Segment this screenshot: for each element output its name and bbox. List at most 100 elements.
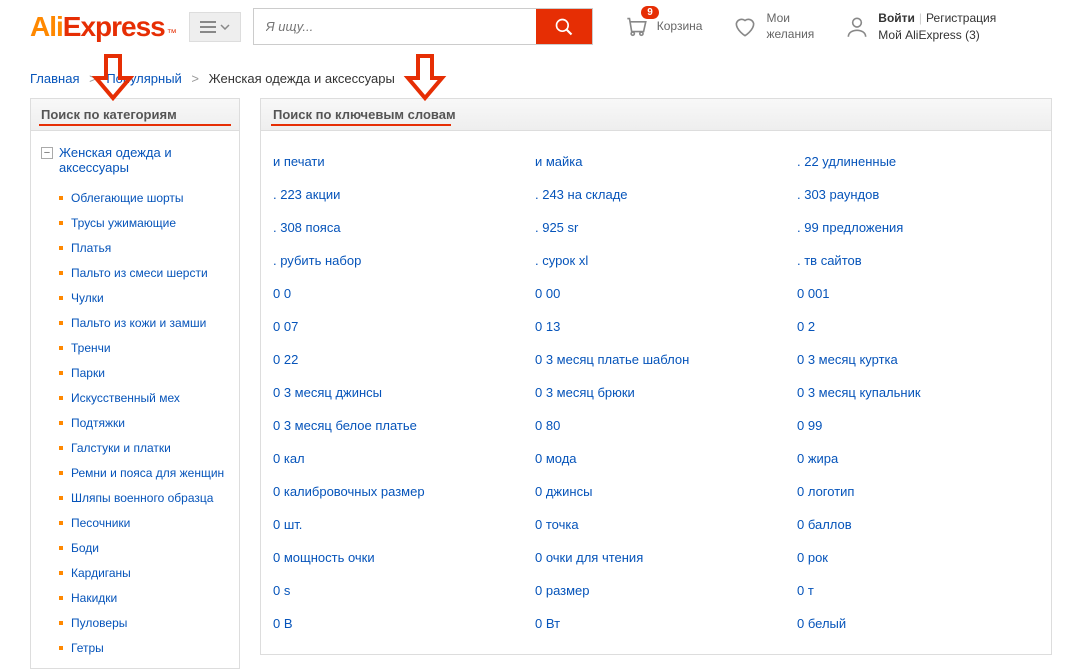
sidebar-body: − Женская одежда и аксессуары Облегающие…	[30, 131, 240, 669]
cart-label: Корзина	[657, 19, 703, 35]
keyword-link[interactable]: 0 мощность очки	[273, 541, 515, 574]
keyword-link[interactable]: 0 логотип	[797, 475, 1039, 508]
keyword-link[interactable]: 0 размер	[535, 574, 777, 607]
keyword-link[interactable]: и печати	[273, 145, 515, 178]
keyword-link[interactable]: 0 07	[273, 310, 515, 343]
category-link[interactable]: Боди	[71, 541, 99, 555]
keyword-link[interactable]: . 22 удлиненные	[797, 145, 1039, 178]
keyword-link[interactable]: 0 3 месяц белое платье	[273, 409, 515, 442]
keyword-link[interactable]: 0 3 месяц купальник	[797, 376, 1039, 409]
category-item: Пальто из кожи и замши	[59, 310, 239, 335]
logo[interactable]: AliExpress™	[30, 11, 177, 43]
keyword-link[interactable]: 0 2	[797, 310, 1039, 343]
wishlist-link[interactable]: Моижелания	[732, 11, 814, 42]
category-item: Искусственный мех	[59, 385, 239, 410]
category-link[interactable]: Облегающие шорты	[71, 191, 184, 205]
keyword-link[interactable]: 0 s	[273, 574, 515, 607]
keyword-link[interactable]: 0 99	[797, 409, 1039, 442]
category-item: Ремни и пояса для женщин	[59, 460, 239, 485]
keyword-grid: и печати и майка . 22 удлиненные . 223 акци…	[260, 131, 1052, 655]
keyword-link[interactable]: . 925 sr	[535, 211, 777, 244]
search-icon	[554, 17, 574, 37]
keyword-link[interactable]: 0 кал	[273, 442, 515, 475]
category-link[interactable]: Чулки	[71, 291, 104, 305]
user-icon	[844, 14, 870, 40]
category-link[interactable]: Парки	[71, 366, 105, 380]
category-item: Галстуки и платки	[59, 435, 239, 460]
keyword-link[interactable]: 0 3 месяц брюки	[535, 376, 777, 409]
keyword-link[interactable]: и майка	[535, 145, 777, 178]
category-item: Песочники	[59, 510, 239, 535]
keyword-link[interactable]: 0 22	[273, 343, 515, 376]
keyword-link[interactable]: 0 00	[535, 277, 777, 310]
categories-menu-toggle[interactable]	[189, 12, 241, 42]
category-tree-root: − Женская одежда и аксессуары	[31, 139, 239, 181]
root-category-link[interactable]: Женская одежда и аксессуары	[59, 145, 229, 175]
keyword-link[interactable]: . 99 предложения	[797, 211, 1039, 244]
category-link[interactable]: Искусственный мех	[71, 391, 180, 405]
category-link[interactable]: Гетры	[71, 641, 104, 655]
heart-icon	[732, 14, 758, 40]
keyword-link[interactable]: 0 очки для чтения	[535, 541, 777, 574]
category-item: Пальто из смеси шерсти	[59, 260, 239, 285]
logo-tm: ™	[167, 28, 177, 39]
category-link[interactable]: Накидки	[71, 591, 117, 605]
category-link[interactable]: Ремни и пояса для женщин	[71, 466, 224, 480]
category-link[interactable]: Галстуки и платки	[71, 441, 171, 455]
logo-ali-text: Ali	[30, 11, 63, 43]
main-content: Поиск по категориям − Женская одежда и а…	[0, 98, 1082, 669]
account-link[interactable]: Войти|Регистрация Мой AliExpress (3)	[844, 10, 996, 44]
category-link[interactable]: Пальто из кожи и замши	[71, 316, 206, 330]
cart-link[interactable]: 9 Корзина	[623, 12, 703, 41]
keyword-link[interactable]: . 243 на складе	[535, 178, 777, 211]
keyword-link[interactable]: 0 шт.	[273, 508, 515, 541]
category-link[interactable]: Пуловеры	[71, 616, 127, 630]
keyword-link[interactable]: 0 белый	[797, 607, 1039, 640]
keyword-link[interactable]: . 308 пояса	[273, 211, 515, 244]
keyword-link[interactable]: 0 3 месяц куртка	[797, 343, 1039, 376]
keyword-link[interactable]: 0 80	[535, 409, 777, 442]
keyword-link[interactable]: . сурок xl	[535, 244, 777, 277]
keyword-link[interactable]: 0 001	[797, 277, 1039, 310]
breadcrumb-popular[interactable]: Популярный	[106, 71, 181, 86]
tree-collapse-icon[interactable]: −	[41, 147, 53, 159]
header: AliExpress™ 9 Корзина Моижелания Войти|Р…	[0, 0, 1082, 53]
category-item: Пуловеры	[59, 610, 239, 635]
category-link[interactable]: Платья	[71, 241, 111, 255]
keyword-link[interactable]: 0 точка	[535, 508, 777, 541]
keyword-link[interactable]: . тв сайтов	[797, 244, 1039, 277]
category-link[interactable]: Тренчи	[71, 341, 111, 355]
category-link[interactable]: Трусы ужимающие	[71, 216, 176, 230]
keyword-link[interactable]: 0 жира	[797, 442, 1039, 475]
breadcrumb-home[interactable]: Главная	[30, 71, 79, 86]
category-link[interactable]: Шляпы военного образца	[71, 491, 213, 505]
search-input[interactable]	[254, 9, 536, 44]
keyword-link[interactable]: . 303 раундов	[797, 178, 1039, 211]
breadcrumb-sep: >	[191, 71, 199, 86]
keyword-link[interactable]: . 223 акции	[273, 178, 515, 211]
category-item: Гетры	[59, 635, 239, 660]
keyword-link[interactable]: 0 калибровочных размер	[273, 475, 515, 508]
category-link[interactable]: Подтяжки	[71, 416, 125, 430]
keyword-link[interactable]: 0 т	[797, 574, 1039, 607]
category-item: Чулки	[59, 285, 239, 310]
keyword-link[interactable]: 0 рок	[797, 541, 1039, 574]
keyword-link[interactable]: 0 мода	[535, 442, 777, 475]
sidebar: Поиск по категориям − Женская одежда и а…	[30, 98, 240, 669]
category-link[interactable]: Пальто из смеси шерсти	[71, 266, 208, 280]
keyword-link[interactable]: 0 В	[273, 607, 515, 640]
keyword-link[interactable]: 0 3 месяц джинсы	[273, 376, 515, 409]
keyword-link[interactable]: 0 0	[273, 277, 515, 310]
keyword-link[interactable]: . рубить набор	[273, 244, 515, 277]
keyword-link[interactable]: 0 Вт	[535, 607, 777, 640]
keyword-link[interactable]: 0 3 месяц платье шаблон	[535, 343, 777, 376]
category-link[interactable]: Кардиганы	[71, 566, 131, 580]
keyword-link[interactable]: 0 баллов	[797, 508, 1039, 541]
category-link[interactable]: Песочники	[71, 516, 130, 530]
category-item: Трусы ужимающие	[59, 210, 239, 235]
keyword-link[interactable]: 0 13	[535, 310, 777, 343]
keyword-link[interactable]: 0 джинсы	[535, 475, 777, 508]
search-button[interactable]	[536, 9, 592, 44]
keywords-title: Поиск по ключевым словам	[260, 98, 1052, 131]
category-item: Парки	[59, 360, 239, 385]
